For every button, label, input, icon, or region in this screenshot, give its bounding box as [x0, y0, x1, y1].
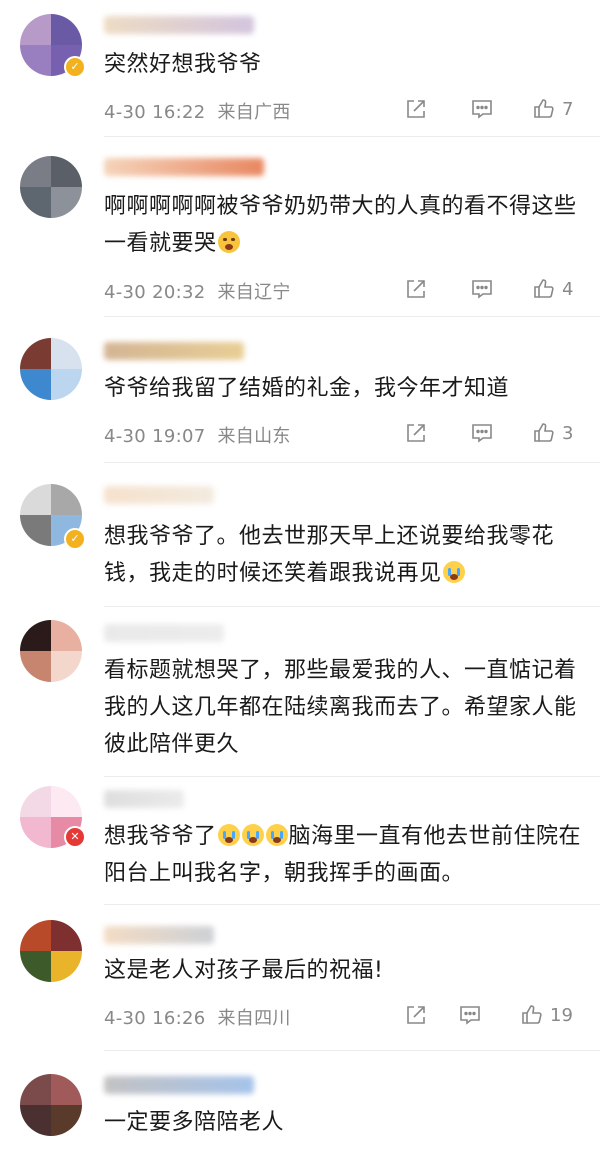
comment-meta: 4-30 19:07 来自山东: [104, 422, 291, 448]
comment-actions: 3: [404, 420, 590, 446]
comment-location: 来自辽宁: [217, 282, 291, 303]
verified-badge-icon: ✓: [64, 528, 86, 550]
comment-time: 4-30 16:22: [104, 102, 206, 123]
comment-actions: 19: [404, 1002, 590, 1028]
avatar[interactable]: [20, 1074, 82, 1136]
divider: [104, 316, 600, 317]
like-icon: [534, 99, 554, 118]
comment-icon: [472, 100, 492, 119]
avatar[interactable]: [20, 620, 82, 682]
comment-meta: 4-30 16:26 来自四川: [104, 1004, 291, 1030]
comment-text: 一定要多陪陪老人: [104, 1110, 285, 1135]
share-icon: [407, 100, 425, 118]
username[interactable]: [104, 926, 214, 944]
like-button[interactable]: 3: [532, 420, 573, 446]
verified-badge-icon: ✕: [64, 826, 86, 848]
share-button[interactable]: [404, 96, 428, 122]
share-icon: [407, 280, 425, 298]
username[interactable]: [104, 790, 184, 808]
username[interactable]: [104, 486, 214, 504]
comment-text: 这是老人对孩子最后的祝福!: [104, 958, 384, 983]
divider: [104, 1050, 600, 1051]
username[interactable]: [104, 158, 264, 176]
like-count: 4: [562, 278, 574, 300]
share-button[interactable]: [404, 276, 428, 302]
crying-emoji-icon: [241, 824, 264, 846]
comment-location: 来自广西: [217, 102, 291, 123]
reply-button[interactable]: [470, 96, 494, 122]
comment-text: 突然好想我爷爷: [104, 52, 262, 77]
like-button[interactable]: 7: [532, 96, 573, 122]
tears-emoji-icon: [217, 231, 240, 253]
crying-emoji-icon: [217, 824, 240, 846]
username[interactable]: [104, 624, 224, 642]
crying-emoji-icon: [442, 561, 465, 583]
comment-icon: [460, 1006, 480, 1025]
comment-location: 来自四川: [217, 1008, 291, 1029]
comment-actions: 4: [404, 276, 590, 302]
reply-button[interactable]: [470, 276, 494, 302]
share-icon: [407, 424, 425, 442]
comment-text: 想我爷爷了。他去世那天早上还说要给我零花钱，我走的时候还笑着跟我说再见: [104, 524, 555, 586]
comment-time: 4-30 16:26: [104, 1008, 206, 1029]
like-count: 3: [562, 422, 574, 444]
avatar[interactable]: [20, 156, 82, 218]
comment-text: 啊啊啊啊啊被爷爷奶奶带大的人真的看不得这些 一看就要哭: [104, 194, 585, 256]
username[interactable]: [104, 342, 244, 360]
comment-time: 4-30 19:07: [104, 426, 206, 447]
comment-icon: [472, 280, 492, 299]
comment-actions: 7: [404, 96, 590, 122]
comment-meta: 4-30 16:22 来自广西: [104, 98, 291, 124]
username[interactable]: [104, 16, 254, 34]
like-count: 7: [562, 98, 574, 120]
username[interactable]: [104, 1076, 254, 1094]
like-icon: [522, 1005, 542, 1024]
comment-meta: 4-30 20:32 来自辽宁: [104, 278, 291, 304]
avatar[interactable]: [20, 920, 82, 982]
divider: [104, 136, 600, 137]
like-count: 19: [550, 1004, 573, 1026]
comment-text: 想我爷爷了 脑海里一直有他去世前住院在阳台上叫我名字，朝我挥手的画面。: [104, 824, 582, 886]
comment-time: 4-30 20:32: [104, 282, 206, 303]
share-button[interactable]: [404, 1002, 428, 1028]
like-icon: [534, 423, 554, 442]
comment-location: 来自山东: [217, 426, 291, 447]
like-icon: [534, 279, 554, 298]
like-button[interactable]: 4: [532, 276, 573, 302]
avatar[interactable]: [20, 338, 82, 400]
crying-emoji-icon: [265, 824, 288, 846]
reply-button[interactable]: [458, 1002, 482, 1028]
comment-text: 看标题就想哭了，那些最爱我的人、一直惦记着我的人这几年都在陆续离我而去了。希望家…: [104, 658, 577, 757]
divider: [104, 462, 600, 463]
verified-badge-icon: ✓: [64, 56, 86, 78]
reply-button[interactable]: [470, 420, 494, 446]
comment-text: 爷爷给我留了结婚的礼金，我今年才知道: [104, 376, 510, 401]
divider: [104, 606, 600, 607]
share-icon: [407, 1006, 425, 1024]
divider: [104, 904, 600, 905]
like-button[interactable]: 19: [520, 1002, 573, 1028]
share-button[interactable]: [404, 420, 428, 446]
divider: [104, 776, 600, 777]
comment-icon: [472, 424, 492, 443]
